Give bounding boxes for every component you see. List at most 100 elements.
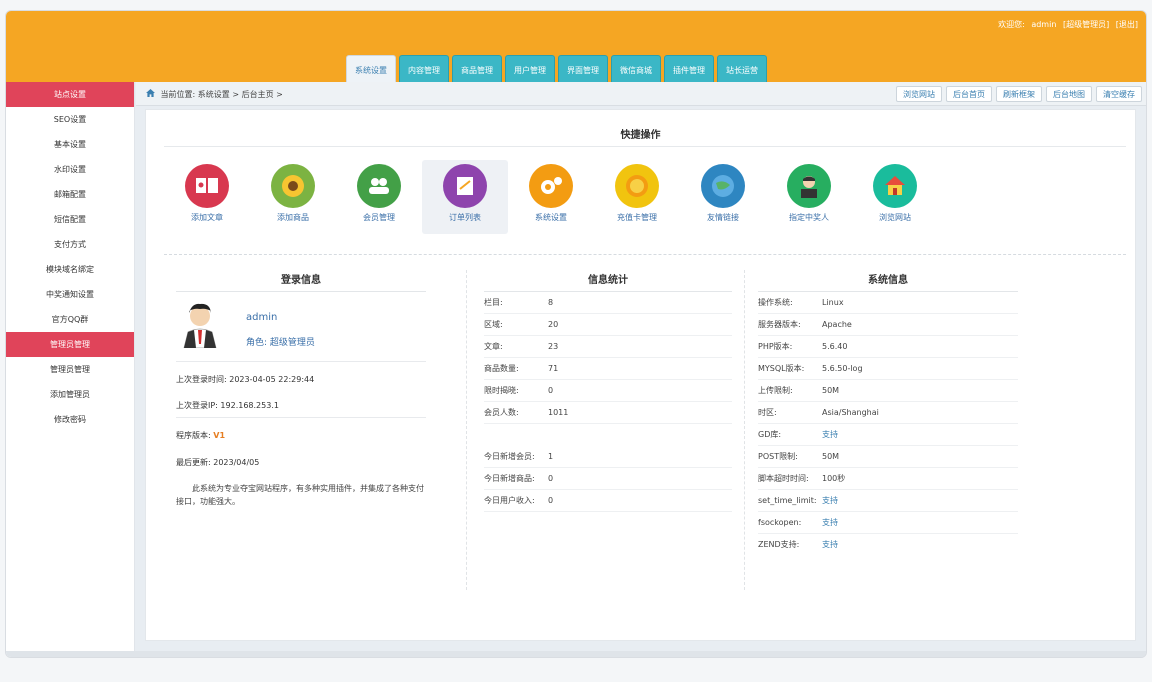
stats-row: 限时揭晓: 0 xyxy=(484,380,732,402)
admin-map-button[interactable]: 后台地图 xyxy=(1046,86,1092,102)
stats-row: 会员人数: 1011 xyxy=(484,402,732,424)
house-icon xyxy=(873,164,917,208)
quick-action-label: 浏览网站 xyxy=(879,213,911,222)
breadcrumb-bar: 当前位置: 系统设置 > 后台主页 > 浏览网站 后台首页 刷新框架 后台地图 … xyxy=(136,82,1146,106)
welcome-user: admin xyxy=(1031,20,1057,29)
breadcrumb-text: 当前位置: 系统设置 > 后台主页 > xyxy=(160,90,283,99)
welcome-bar: 欢迎您: admin [超级管理员] [退出] xyxy=(994,19,1138,30)
system-description: 此系统为专业夺宝网站程序，有多种实用插件，并集成了各种支付接口，功能强大。 xyxy=(176,484,424,506)
quick-action-recharge-card[interactable]: 充值卡管理 xyxy=(594,160,680,234)
sidebar-item-sms[interactable]: 短信配置 xyxy=(6,207,134,232)
book-icon xyxy=(185,164,229,208)
username[interactable]: admin xyxy=(246,312,277,323)
login-info-title: 登录信息 xyxy=(176,270,426,292)
tab-plugins[interactable]: 插件管理 xyxy=(664,55,714,82)
stats-title: 信息统计 xyxy=(484,270,732,292)
app-frame: 欢迎您: admin [超级管理员] [退出] 系统设置 内容管理 商品管理 用… xyxy=(5,10,1147,658)
quick-action-label: 系统设置 xyxy=(535,213,567,222)
quick-action-label: 指定中奖人 xyxy=(789,213,829,222)
globe-link-icon xyxy=(701,164,745,208)
users-icon xyxy=(357,164,401,208)
stats-row: 栏目: 8 xyxy=(484,292,732,314)
footer-strip xyxy=(6,651,1146,657)
sidebar-item-watermark[interactable]: 水印设置 xyxy=(6,157,134,182)
home-icon xyxy=(146,89,155,97)
quick-action-label: 添加文章 xyxy=(191,213,223,222)
sidebar-item-prize-notify[interactable]: 中奖通知设置 xyxy=(6,282,134,307)
sidebar-item-basic[interactable]: 基本设置 xyxy=(6,132,134,157)
clear-cache-button[interactable]: 清空缓存 xyxy=(1096,86,1142,102)
tab-operations[interactable]: 站长运营 xyxy=(717,55,767,82)
breadcrumb-actions: 浏览网站 后台首页 刷新框架 后台地图 清空缓存 xyxy=(896,86,1142,102)
user-block: admin 角色: 超级管理员 xyxy=(176,292,426,362)
sidebar-item-admin-manage[interactable]: 管理员管理 xyxy=(6,357,134,382)
top-header: 欢迎您: admin [超级管理员] [退出] 系统设置 内容管理 商品管理 用… xyxy=(6,11,1146,82)
sysinfo-row: GD库: 支持 xyxy=(758,424,1018,446)
welcome-role: [超级管理员] xyxy=(1062,20,1110,29)
sidebar-section-admin[interactable]: 管理员管理 xyxy=(6,332,134,357)
sunflower-icon xyxy=(271,164,315,208)
sidebar-item-site-settings[interactable]: 站点设置 xyxy=(6,82,134,107)
quick-actions-title: 快捷操作 xyxy=(620,130,661,141)
version-label: 程序版本: xyxy=(176,431,211,440)
sidebar-item-add-admin[interactable]: 添加管理员 xyxy=(6,382,134,407)
tab-system-settings[interactable]: 系统设置 xyxy=(346,55,396,82)
gears-icon xyxy=(529,164,573,208)
sysinfo-row: set_time_limit: 支持 xyxy=(758,490,1018,512)
refresh-frame-button[interactable]: 刷新框架 xyxy=(996,86,1042,102)
sysinfo-row: POST限制: 50M xyxy=(758,446,1018,468)
quick-action-members[interactable]: 会员管理 xyxy=(336,160,422,234)
tab-content[interactable]: 内容管理 xyxy=(399,55,449,82)
divider xyxy=(164,146,1126,147)
sidebar: 站点设置 SEO设置 基本设置 水印设置 邮箱配置 短信配置 支付方式 模块域名… xyxy=(6,82,135,657)
sysinfo-row: 上传限制: 50M xyxy=(758,380,1018,402)
quick-action-add-goods[interactable]: 添加商品 xyxy=(250,160,336,234)
stats-row: 商品数量: 71 xyxy=(484,358,732,380)
quick-actions: 添加文章 添加商品 会员管理 订单列表 系统设置 充值卡管理 友情链接 指定中奖… xyxy=(164,160,938,234)
sysinfo-row: 脚本超时时间: 100秒 xyxy=(758,468,1018,490)
divider xyxy=(164,254,1126,255)
sysinfo-row: PHP版本: 5.6.40 xyxy=(758,336,1018,358)
last-updated: 最后更新: 2023/04/05 xyxy=(176,458,260,467)
sidebar-item-qq-group[interactable]: 官方QQ群 xyxy=(6,307,134,332)
tab-ui[interactable]: 界面管理 xyxy=(558,55,608,82)
sidebar-item-seo[interactable]: SEO设置 xyxy=(6,107,134,132)
admin-home-button[interactable]: 后台首页 xyxy=(946,86,992,102)
quick-action-system-settings[interactable]: 系统设置 xyxy=(508,160,594,234)
quick-action-friend-links[interactable]: 友情链接 xyxy=(680,160,766,234)
version-info: 程序版本: V1 最后更新: 2023/04/05 此系统为专业夺宝网站程序，有… xyxy=(176,418,426,508)
sysinfo-row: 时区: Asia/Shanghai xyxy=(758,402,1018,424)
stats-row: 区域: 20 xyxy=(484,314,732,336)
quick-action-add-article[interactable]: 添加文章 xyxy=(164,160,250,234)
quick-action-label: 充值卡管理 xyxy=(617,213,657,222)
tab-wechat-mall[interactable]: 微信商城 xyxy=(611,55,661,82)
stats-row: 今日新增会员: 1 xyxy=(484,446,732,468)
quick-action-orders[interactable]: 订单列表 xyxy=(422,160,508,234)
sysinfo-row: MYSQL版本: 5.6.50-log xyxy=(758,358,1018,380)
last-login-ip: 上次登录IP: 192.168.253.1 xyxy=(176,401,279,410)
login-info-panel: 登录信息 admin 角色: 超级管理员 上次登录时间: 2023-04-05 … xyxy=(176,270,426,600)
person-icon xyxy=(787,164,831,208)
sidebar-item-change-password[interactable]: 修改密码 xyxy=(6,407,134,432)
quick-action-label: 会员管理 xyxy=(363,213,395,222)
logout-link[interactable]: [退出] xyxy=(1116,20,1138,29)
tab-users[interactable]: 用户管理 xyxy=(505,55,555,82)
sidebar-item-payment[interactable]: 支付方式 xyxy=(6,232,134,257)
order-list-icon xyxy=(443,164,487,208)
sysinfo-row: ZEND支持: 支持 xyxy=(758,540,838,549)
quick-action-browse-site[interactable]: 浏览网站 xyxy=(852,160,938,234)
quick-action-label: 添加商品 xyxy=(277,213,309,222)
quick-action-set-winner[interactable]: 指定中奖人 xyxy=(766,160,852,234)
tab-goods[interactable]: 商品管理 xyxy=(452,55,502,82)
system-info-title: 系统信息 xyxy=(758,270,1018,292)
breadcrumb: 当前位置: 系统设置 > 后台主页 > xyxy=(146,89,283,100)
coin-icon xyxy=(615,164,659,208)
sidebar-item-domain-binding[interactable]: 模块域名绑定 xyxy=(6,257,134,282)
main-nav: 系统设置 内容管理 商品管理 用户管理 界面管理 微信商城 插件管理 站长运营 xyxy=(346,55,767,82)
stats-row: 今日新增商品: 0 xyxy=(484,468,732,490)
sidebar-item-email[interactable]: 邮箱配置 xyxy=(6,182,134,207)
browse-site-button[interactable]: 浏览网站 xyxy=(896,86,942,102)
welcome-prefix: 欢迎您: xyxy=(998,20,1025,29)
program-version: 程序版本: V1 xyxy=(176,430,426,441)
